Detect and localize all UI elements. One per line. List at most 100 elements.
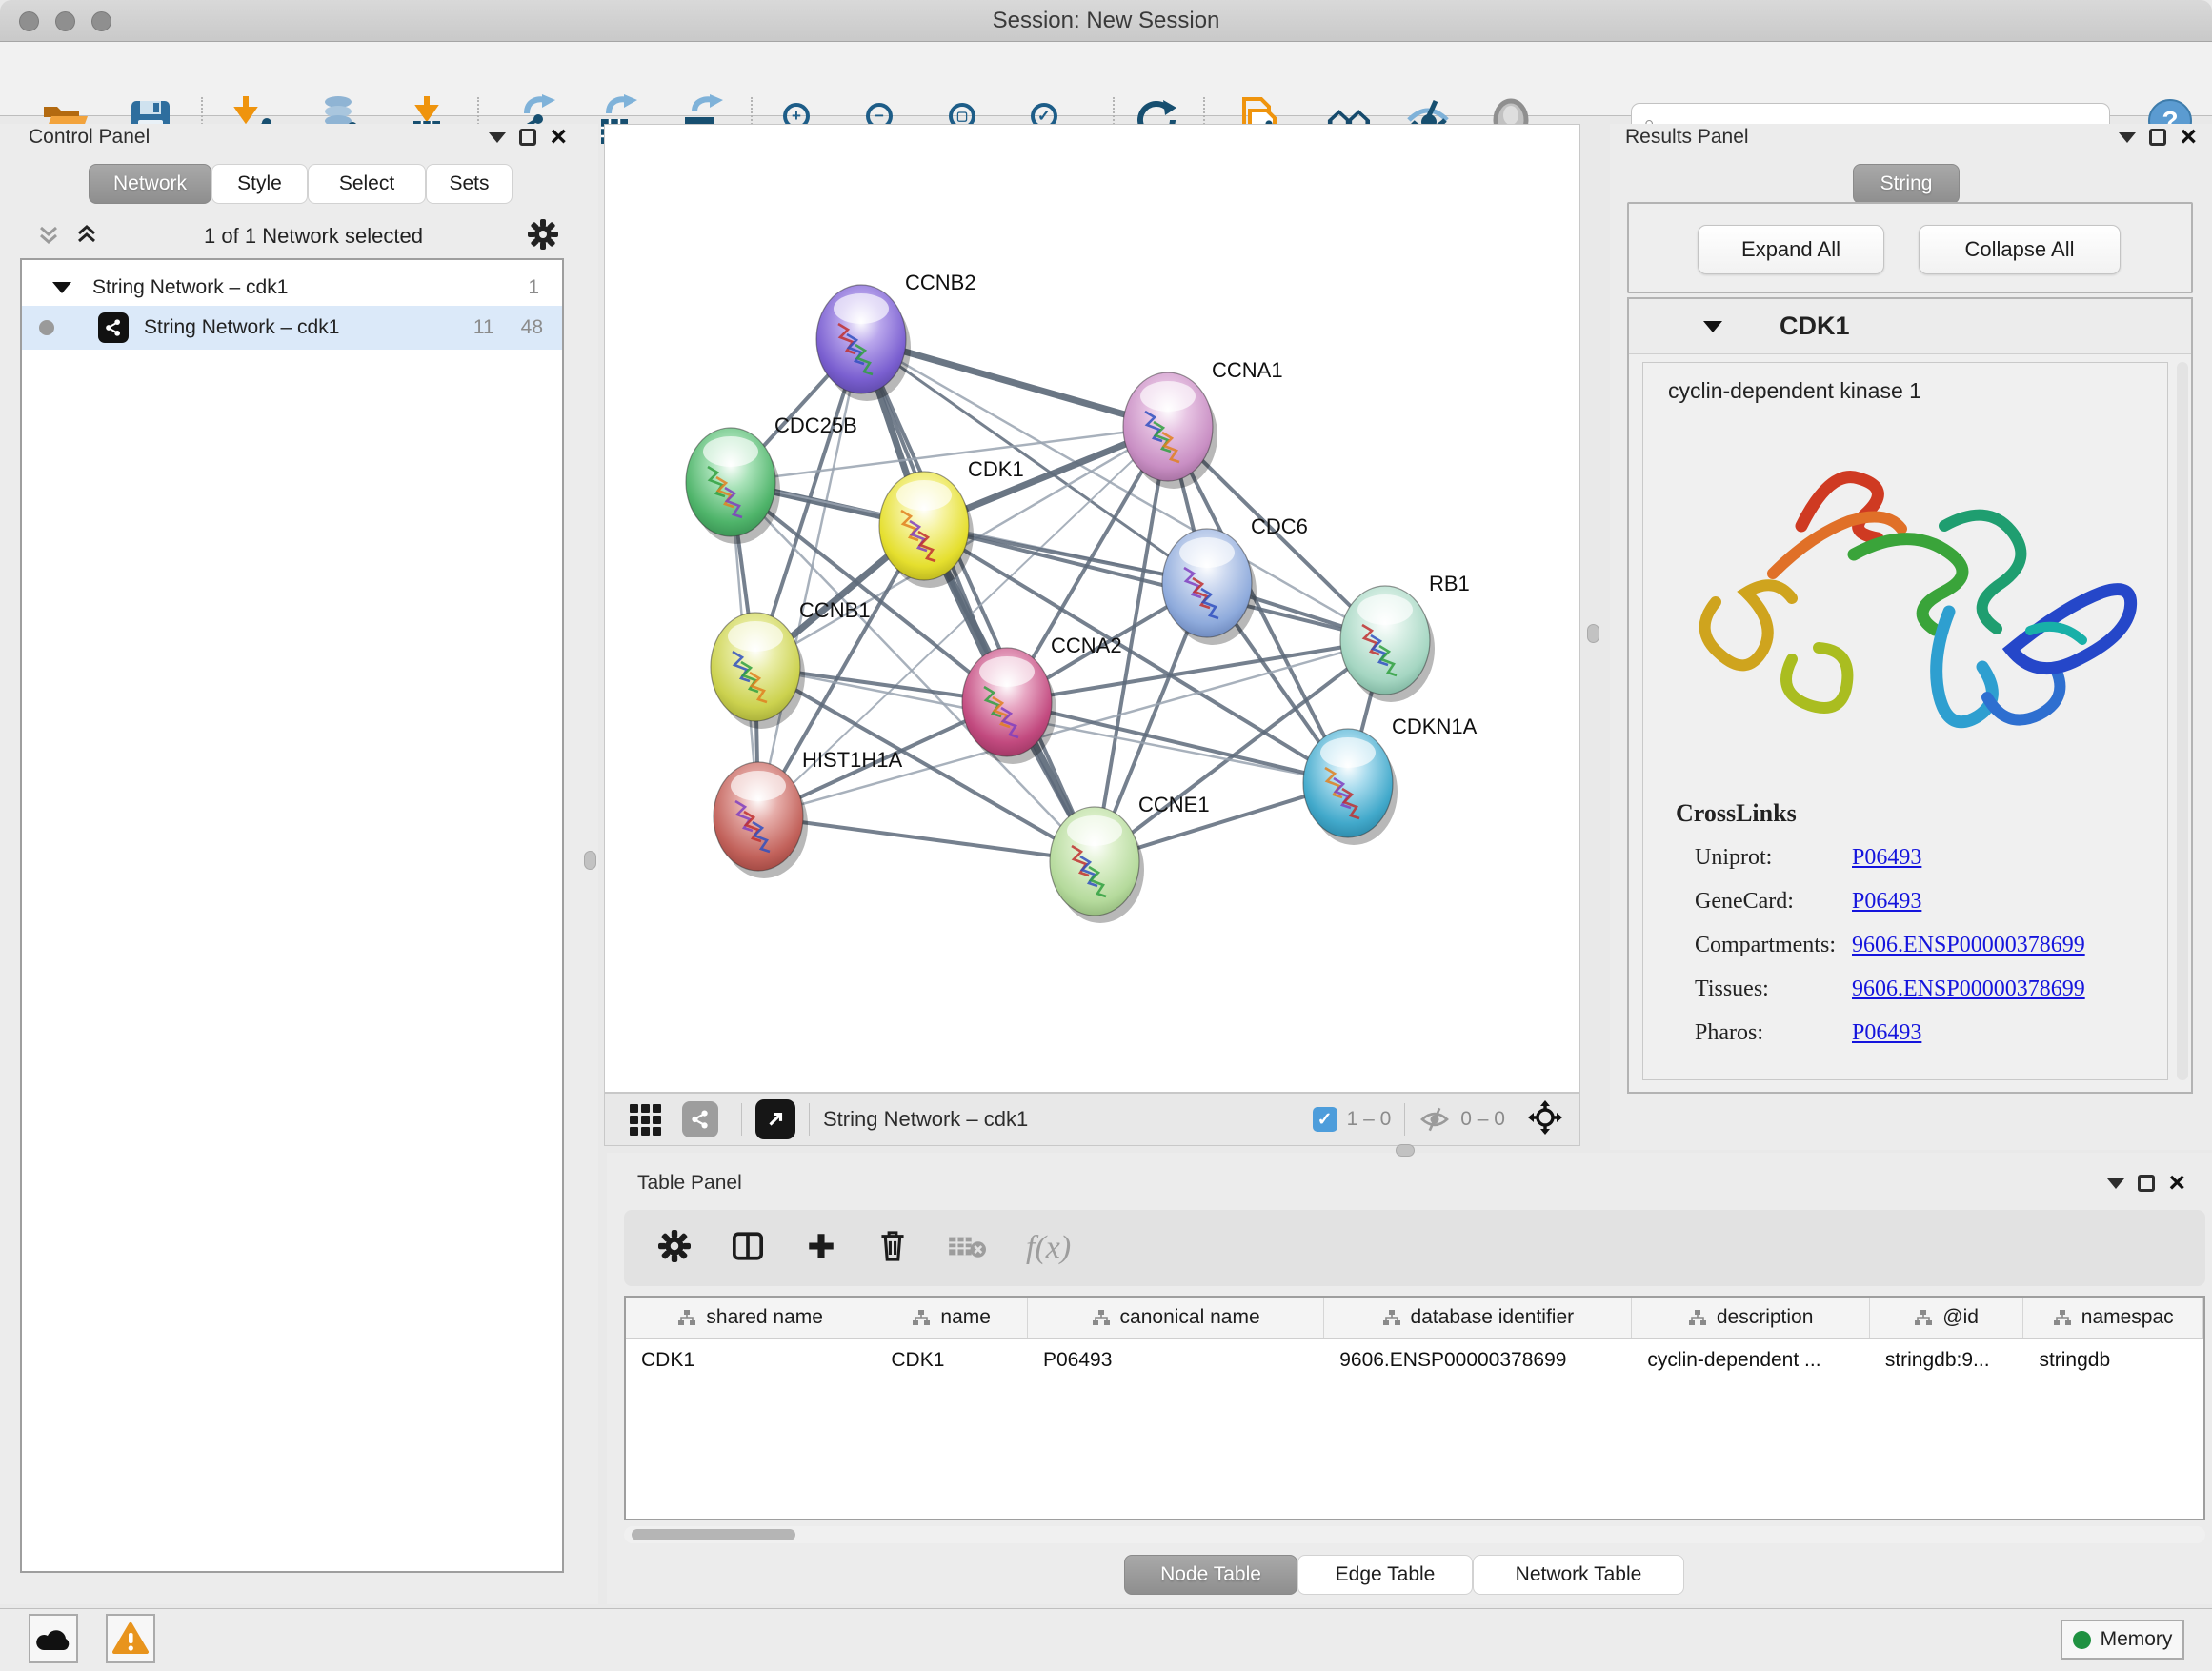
- network-view-toolbar: String Network – cdk1 ✓ 1 – 0 0 – 0: [604, 1093, 1580, 1146]
- footer-separator: [809, 1103, 810, 1136]
- tab-string[interactable]: String: [1853, 164, 1960, 204]
- network-node-cdkn1a[interactable]: CDKN1A: [1303, 715, 1478, 845]
- warnings-button[interactable]: [106, 1614, 155, 1663]
- string-network-graph[interactable]: CCNB2CCNA1CDC25BCDK1CDC6RB1CCNB1CCNA2CDK…: [605, 125, 1579, 1092]
- column-header[interactable]: namespac: [2023, 1298, 2203, 1338]
- network-edge[interactable]: [758, 339, 861, 816]
- network-edge[interactable]: [924, 526, 1385, 640]
- tab-edge-table[interactable]: Edge Table: [1297, 1555, 1473, 1595]
- network-row-selected[interactable]: String Network – cdk1 11 48: [22, 306, 562, 350]
- table-horizontal-scrollbar[interactable]: [624, 1526, 2205, 1543]
- collection-expander-icon[interactable]: [52, 282, 71, 293]
- network-node-rb1[interactable]: RB1: [1340, 572, 1470, 702]
- delete-column-button[interactable]: [877, 1229, 908, 1268]
- column-type-icon: [1914, 1309, 1933, 1326]
- open-in-browser-button[interactable]: [755, 1099, 795, 1139]
- table-cell[interactable]: CDK1: [875, 1339, 1028, 1381]
- collection-label: String Network – cdk1: [92, 276, 288, 299]
- function-builder-button[interactable]: f(x): [1026, 1230, 1071, 1266]
- float-panel-icon[interactable]: [2119, 132, 2136, 143]
- protein-structure-image: [1659, 412, 2154, 774]
- network-current-dot-icon: [39, 320, 54, 335]
- expand-all-tree-icon[interactable]: [74, 222, 99, 252]
- memory-button[interactable]: Memory: [2061, 1620, 2184, 1660]
- close-panel-icon[interactable]: ×: [550, 129, 567, 146]
- tab-network-table[interactable]: Network Table: [1473, 1555, 1684, 1595]
- column-header[interactable]: database identifier: [1324, 1298, 1632, 1338]
- node-label: CCNE1: [1138, 793, 1210, 816]
- table-settings-button[interactable]: [658, 1230, 691, 1267]
- scrollbar-thumb[interactable]: [632, 1529, 795, 1540]
- column-header[interactable]: @id: [1870, 1298, 2024, 1338]
- undock-panel-icon[interactable]: [2149, 129, 2166, 146]
- crosslink-compartments[interactable]: 9606.ENSP00000378699: [1852, 933, 2085, 957]
- network-collection-row[interactable]: String Network – cdk1 1: [22, 266, 562, 310]
- table-cell[interactable]: P06493: [1028, 1339, 1324, 1381]
- delete-table-button[interactable]: [948, 1232, 986, 1265]
- crosshair-move-icon: [1528, 1100, 1562, 1135]
- left-splitter-handle[interactable]: [584, 851, 596, 870]
- add-column-button[interactable]: [805, 1230, 837, 1267]
- table-cell[interactable]: 9606.ENSP00000378699: [1324, 1339, 1632, 1381]
- network-edge[interactable]: [861, 339, 1095, 861]
- results-scrollbar[interactable]: [2177, 362, 2188, 1080]
- collapse-all-button[interactable]: Collapse All: [1919, 225, 2121, 274]
- tab-style[interactable]: Style: [211, 164, 308, 204]
- network-options-gear-icon[interactable]: [528, 219, 558, 254]
- birds-eye-view-button[interactable]: [630, 1104, 661, 1136]
- float-panel-icon[interactable]: [489, 132, 506, 143]
- table-toolbar: f(x): [624, 1210, 2205, 1286]
- network-canvas[interactable]: CCNB2CCNA1CDC25BCDK1CDC6RB1CCNB1CCNA2CDK…: [604, 124, 1580, 1093]
- protein-section-header[interactable]: CDK1: [1629, 299, 2191, 354]
- cloud-status-button[interactable]: [29, 1614, 78, 1663]
- network-node-hist1h1a[interactable]: HIST1H1A: [714, 748, 902, 878]
- tab-node-table[interactable]: Node Table: [1124, 1555, 1297, 1595]
- crosslink-row: GeneCard:P06493: [1695, 879, 2167, 923]
- table-cell[interactable]: cyclin-dependent ...: [1632, 1339, 1869, 1381]
- tab-sets[interactable]: Sets: [426, 164, 513, 204]
- collapse-all-tree-icon[interactable]: [36, 222, 61, 252]
- pan-mode-button[interactable]: [1528, 1100, 1562, 1139]
- protein-detail-section: CDK1 cyclin-dependent kinase 1: [1627, 297, 2193, 1094]
- column-header[interactable]: shared name: [626, 1298, 875, 1338]
- node-label: CCNA2: [1051, 634, 1122, 657]
- network-node-ccnb2[interactable]: CCNB2: [816, 271, 976, 401]
- node-label: RB1: [1429, 572, 1470, 595]
- crosslink-genecard[interactable]: P06493: [1852, 889, 1921, 914]
- selected-checkbox-icon[interactable]: ✓: [1313, 1107, 1337, 1132]
- show-columns-button[interactable]: [731, 1230, 765, 1267]
- column-type-icon: [1092, 1309, 1111, 1326]
- node-label: CCNA1: [1212, 358, 1283, 382]
- column-type-icon: [677, 1309, 696, 1326]
- crosslink-uniprot[interactable]: P06493: [1852, 845, 1921, 870]
- network-node-ccna1[interactable]: CCNA1: [1123, 358, 1283, 489]
- crosslink-row: Tissues:9606.ENSP00000378699: [1695, 967, 2167, 1011]
- node-label: CDK1: [968, 457, 1024, 481]
- network-label: String Network – cdk1: [144, 316, 339, 339]
- table-cell[interactable]: stringdb: [2023, 1339, 2203, 1381]
- network-edge[interactable]: [758, 816, 1095, 861]
- float-panel-icon[interactable]: [2107, 1178, 2124, 1189]
- close-panel-icon[interactable]: ×: [2180, 129, 2197, 146]
- string-settings-button[interactable]: [682, 1101, 718, 1137]
- crosslink-pharos[interactable]: P06493: [1852, 1020, 1921, 1045]
- table-cell[interactable]: CDK1: [626, 1339, 875, 1381]
- section-expander-icon[interactable]: [1703, 321, 1722, 332]
- right-splitter-handle[interactable]: [1587, 624, 1599, 643]
- undock-panel-icon[interactable]: [2138, 1175, 2155, 1192]
- undock-panel-icon[interactable]: [519, 129, 536, 146]
- network-node-cdc6[interactable]: CDC6: [1162, 514, 1308, 645]
- table-cell[interactable]: stringdb:9...: [1870, 1339, 2024, 1381]
- tab-select[interactable]: Select: [308, 164, 426, 204]
- bottom-splitter-handle[interactable]: [1396, 1144, 1415, 1157]
- column-header[interactable]: canonical name: [1028, 1298, 1324, 1338]
- column-header[interactable]: description: [1632, 1298, 1869, 1338]
- table-row[interactable]: CDK1CDK1P064939606.ENSP00000378699cyclin…: [626, 1339, 2203, 1381]
- protein-detail-body: cyclin-dependent kinase 1 CrossLinks: [1642, 362, 2168, 1080]
- close-panel-icon[interactable]: ×: [2168, 1175, 2185, 1192]
- column-header[interactable]: name: [875, 1298, 1028, 1338]
- crosslink-tissues[interactable]: 9606.ENSP00000378699: [1852, 976, 2085, 1001]
- expand-all-button[interactable]: Expand All: [1698, 225, 1884, 274]
- tab-network[interactable]: Network: [89, 164, 211, 204]
- network-edge[interactable]: [1007, 702, 1348, 783]
